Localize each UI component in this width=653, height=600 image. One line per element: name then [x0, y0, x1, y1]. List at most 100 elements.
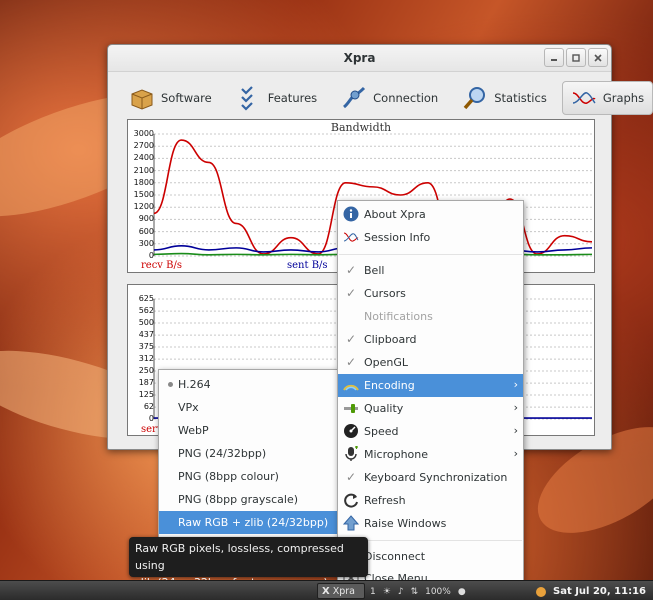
encoding-option-label: WebP [178, 424, 209, 437]
box-icon [131, 89, 153, 110]
latency-y-tick-label: 62 [143, 402, 154, 412]
encoding-option-raw-rgb-zlib[interactable]: Raw RGB + zlib (24/32bpp) [159, 511, 338, 534]
encoding-option-png-8bpp-grayscale[interactable]: PNG (8bpp grayscale) [159, 488, 338, 511]
encoding-option-png-32[interactable]: PNG (24/32bpp) [159, 442, 338, 465]
slider-icon [343, 400, 359, 416]
close-window-button[interactable] [588, 48, 608, 67]
battery-label[interactable]: 100% [425, 587, 451, 597]
menu-item-session-info[interactable]: Session Info [338, 226, 523, 249]
system-tray: 1 ☀ ♪ ⇅ 100% ● [370, 584, 466, 599]
submenu-arrow-icon: › [513, 378, 518, 391]
menu-item-clipboard[interactable]: ✓ Clipboard [338, 328, 523, 351]
window-titlebar[interactable]: Xpra [108, 45, 611, 72]
menu-item-notifications: Notifications [338, 305, 523, 328]
menu-item-label: Cursors [364, 287, 406, 300]
menu-item-encoding[interactable]: Encoding › [338, 374, 523, 397]
menu-item-label: Microphone [364, 448, 429, 461]
menu-item-label: About Xpra [364, 208, 426, 221]
close-icon [594, 53, 602, 62]
submenu-arrow-icon: › [513, 424, 518, 437]
bandwidth-y-tick-label: 3000 [133, 129, 154, 138]
latency-y-tick-label: 562 [138, 306, 154, 316]
xpra-tray-menu: About Xpra Session Info ✓ Bell ✓ Cursors… [337, 200, 524, 591]
latency-y-tick-label: 375 [138, 342, 154, 351]
latency-y-tick-label: 250 [138, 366, 154, 375]
menu-item-cursors[interactable]: ✓ Cursors [338, 282, 523, 305]
latency-y-tick-label: 125 [138, 390, 154, 399]
menu-item-label: Encoding [364, 379, 415, 392]
encoding-option-webp[interactable]: WebP [159, 419, 338, 442]
latency-y-tick-label: 437 [138, 330, 154, 340]
network-icon[interactable]: ⇅ [411, 587, 419, 597]
menu-item-opengl[interactable]: ✓ OpenGL [338, 351, 523, 374]
bandwidth-y-tick-label: 900 [138, 214, 154, 224]
maximize-button[interactable] [566, 48, 586, 67]
menu-item-label: Refresh [364, 494, 406, 507]
menu-item-about[interactable]: About Xpra [338, 203, 523, 226]
taskbar-task-xpra[interactable]: X Xpra [317, 583, 365, 599]
tab-features-label: Features [267, 91, 318, 105]
tab-statistics[interactable]: Statistics [453, 81, 556, 115]
taskbar: X Xpra 1 ☀ ♪ ⇅ 100% ● Sat Jul 20, 11:16 [0, 580, 653, 600]
menu-item-label: Clipboard [364, 333, 417, 346]
latency-y-tick-label: 500 [138, 318, 154, 327]
workspace-indicator[interactable]: 1 [370, 587, 376, 597]
check-icon: ✓ [345, 263, 357, 277]
user-icon[interactable]: ● [458, 587, 466, 597]
encoding-option-h264[interactable]: H.264 [159, 373, 338, 396]
encoding-submenu: H.264 VPx WebP PNG (24/32bpp) PNG (8bpp … [158, 369, 339, 539]
bandwidth-y-tick-label: 300 [138, 238, 154, 248]
tab-features[interactable]: Features [227, 81, 326, 115]
bandwidth-y-tick-label: 0 [148, 251, 154, 260]
tab-statistics-label: Statistics [494, 91, 547, 105]
raise-icon [343, 515, 359, 531]
tab-software[interactable]: Software [120, 81, 221, 115]
menu-item-speed[interactable]: Speed › [338, 420, 523, 443]
refresh-icon [343, 492, 359, 508]
tab-connection[interactable]: Connection [332, 81, 447, 115]
encoding-option-label: VPx [178, 401, 199, 414]
encoding-option-vpx[interactable]: VPx [159, 396, 338, 419]
legend-recv: recv B/s [141, 260, 182, 271]
checklist-icon [240, 86, 253, 111]
bandwidth-y-tick-label: 1500 [133, 190, 154, 199]
bandwidth-y-tick-label: 2100 [133, 165, 154, 175]
minimize-icon [551, 58, 557, 61]
clock[interactable]: Sat Jul 20, 11:16 [553, 584, 646, 599]
check-icon: ✓ [345, 355, 357, 369]
submenu-arrow-icon: › [513, 447, 518, 460]
bandwidth-y-tick-label: 2700 [133, 141, 154, 151]
graph-icon [572, 92, 596, 104]
encoding-option-label: PNG (24/32bpp) [178, 447, 267, 460]
encoding-option-png-8bpp-colour[interactable]: PNG (8bpp colour) [159, 465, 338, 488]
menu-item-label: Bell [364, 264, 385, 277]
cable-icon [343, 86, 366, 109]
speedometer-icon [343, 423, 359, 439]
menu-item-keyboard-sync[interactable]: ✓ Keyboard Synchronization [338, 466, 523, 489]
menu-item-bell[interactable]: ✓ Bell [338, 259, 523, 282]
latency-y-tick-label: 625 [138, 294, 154, 303]
check-icon: ✓ [345, 286, 357, 300]
magnifier-icon [463, 87, 486, 110]
volume-icon[interactable]: ♪ [398, 587, 404, 597]
menu-item-refresh[interactable]: Refresh [338, 489, 523, 512]
microphone-icon [343, 446, 359, 462]
minimize-button[interactable] [544, 48, 564, 67]
menu-separator [339, 254, 522, 255]
window-title: Xpra [343, 51, 376, 65]
menu-item-label: Keyboard Synchronization [364, 471, 508, 484]
menu-item-label: Notifications [364, 310, 433, 323]
xpra-tray-icon[interactable] [535, 584, 547, 599]
latency-y-tick-label: 0 [148, 414, 154, 423]
encoding-option-label: PNG (8bpp colour) [178, 470, 279, 483]
tab-bar: Software Features Connection Statistics [120, 81, 653, 115]
menu-item-quality[interactable]: Quality › [338, 397, 523, 420]
encoding-option-label: PNG (8bpp grayscale) [178, 493, 299, 506]
encoding-tooltip: Raw RGB pixels, lossless, compressed usi… [129, 537, 368, 589]
tab-graphs[interactable]: Graphs [561, 81, 653, 115]
menu-item-label: Session Info [364, 231, 431, 244]
tab-graphs-label: Graphs [602, 91, 645, 105]
menu-item-microphone[interactable]: Microphone › [338, 443, 523, 466]
menu-item-raise-windows[interactable]: Raise Windows [338, 512, 523, 535]
brightness-icon[interactable]: ☀ [383, 587, 391, 597]
